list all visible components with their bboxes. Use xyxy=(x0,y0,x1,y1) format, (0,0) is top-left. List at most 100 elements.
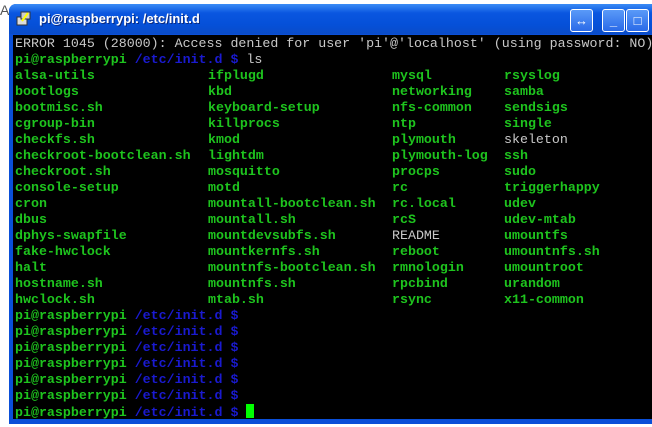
file-entry: rc xyxy=(392,180,408,195)
ls-row: dphys-swapfile mountdevsubfs.sh README umou… xyxy=(13,228,652,244)
cursor xyxy=(246,404,255,418)
file-entry: alsa-utils xyxy=(15,68,95,83)
file-entry: rc.local xyxy=(392,196,456,211)
prompt-path: /etc/init.d xyxy=(134,324,223,339)
file-entry: mountnfs.sh xyxy=(208,276,296,291)
ls-row: checkfs.sh kmod plymouth skeleton xyxy=(13,132,652,148)
ls-row: halt mountnfs-bootclean.sh rmnologin umount… xyxy=(13,260,652,276)
command: ls xyxy=(246,52,263,67)
file-entry: single xyxy=(504,116,552,131)
maximize-button[interactable]: □ xyxy=(626,9,649,32)
file-entry: x11-common xyxy=(504,292,584,307)
prompt-path: /etc/init.d xyxy=(134,356,223,371)
prompt-line: pi@raspberrypi /etc/init.d $ xyxy=(13,356,652,372)
file-entry: console-setup xyxy=(15,180,119,195)
file-entry: rsync xyxy=(392,292,432,307)
terminal-output[interactable]: ERROR 1045 (28000): Access denied for us… xyxy=(13,35,652,420)
file-entry: mountall-bootclean.sh xyxy=(208,196,376,211)
file-entry: mysql xyxy=(392,68,432,83)
file-entry: checkroot-bootclean.sh xyxy=(15,148,191,163)
file-entry: sudo xyxy=(504,164,536,179)
prompt-line: pi@raspberrypi /etc/init.d $ xyxy=(13,372,652,388)
file-entry: README xyxy=(392,228,440,243)
file-entry: ifplugd xyxy=(208,68,264,83)
prompt-symbol: $ xyxy=(230,340,239,355)
file-entry: mountall.sh xyxy=(208,212,296,227)
prompt-path: /etc/init.d xyxy=(134,405,223,420)
file-entry: mountnfs-bootclean.sh xyxy=(208,260,376,275)
file-entry: mountdevsubfs.sh xyxy=(208,228,336,243)
file-entry: halt xyxy=(15,260,47,275)
file-entry: kbd xyxy=(208,84,232,99)
prompt-line: pi@raspberrypi /etc/init.d $ xyxy=(13,388,652,404)
file-entry: mosquitto xyxy=(208,164,280,179)
file-entry: umountfs xyxy=(504,228,568,243)
prompt-line: pi@raspberrypi /etc/init.d $ xyxy=(13,308,652,324)
file-entry: keyboard-setup xyxy=(208,100,320,115)
file-entry: rpcbind xyxy=(392,276,448,291)
prompt-path: /etc/init.d xyxy=(134,52,223,67)
file-entry: skeleton xyxy=(504,132,568,147)
ls-row: hostname.sh mountnfs.sh rpcbind urandom xyxy=(13,276,652,292)
prompt-line: pi@raspberrypi /etc/init.d $ xyxy=(13,340,652,356)
prompt-symbol: $ xyxy=(230,356,239,371)
file-entry: plymouth xyxy=(392,132,456,147)
ls-row: checkroot.sh mosquitto procps sudo xyxy=(13,164,652,180)
file-entry: hwclock.sh xyxy=(15,292,95,307)
minimize-button[interactable]: _ xyxy=(602,9,625,32)
file-entry: umountroot xyxy=(504,260,584,275)
prompt-line: pi@raspberrypi /etc/init.d $ xyxy=(13,324,652,340)
prompt-symbol: $ xyxy=(230,372,239,387)
file-entry: ntp xyxy=(392,116,416,131)
prompt-user: pi@raspberrypi xyxy=(15,356,127,371)
ls-row: console-setup motd rc triggerhappy xyxy=(13,180,652,196)
file-entry: bootlogs xyxy=(15,84,79,99)
window-title: pi@raspberrypi: /etc/init.d xyxy=(39,11,200,26)
file-entry: nfs-common xyxy=(392,100,472,115)
prompt-user: pi@raspberrypi xyxy=(15,388,127,403)
file-entry: plymouth-log xyxy=(392,148,488,163)
error-line: ERROR 1045 (28000): Access denied for us… xyxy=(15,36,652,51)
file-entry: samba xyxy=(504,84,544,99)
ls-row: hwclock.sh mtab.sh rsync x11-common xyxy=(13,292,652,308)
file-entry: dbus xyxy=(15,212,47,227)
ls-row: cron mountall-bootclean.sh rc.local udev xyxy=(13,196,652,212)
prompt-line: pi@raspberrypi /etc/init.d $ ls xyxy=(13,52,652,68)
prompt-line: pi@raspberrypi /etc/init.d $ xyxy=(13,404,652,420)
prompt-path: /etc/init.d xyxy=(134,388,223,403)
file-entry: lightdm xyxy=(208,148,264,163)
prompt-symbol: $ xyxy=(230,388,239,403)
file-entry: sendsigs xyxy=(504,100,568,115)
ls-row: bootlogs kbd networking samba xyxy=(13,84,652,100)
file-entry: mountkernfs.sh xyxy=(208,244,320,259)
ls-row: bootmisc.sh keyboard-setup nfs-common sends… xyxy=(13,100,652,116)
file-entry: networking xyxy=(392,84,472,99)
prompt-user: pi@raspberrypi xyxy=(15,405,127,420)
file-entry: bootmisc.sh xyxy=(15,100,103,115)
ls-row: fake-hwclock mountkernfs.sh reboot umountnf… xyxy=(13,244,652,260)
prompt-symbol: $ xyxy=(230,308,239,323)
file-entry: rmnologin xyxy=(392,260,464,275)
prompt-path: /etc/init.d xyxy=(134,308,223,323)
prompt-symbol: $ xyxy=(230,324,239,339)
prompt-user: pi@raspberrypi xyxy=(15,372,127,387)
file-entry: urandom xyxy=(504,276,560,291)
prompt-user: pi@raspberrypi xyxy=(15,52,127,67)
file-entry: fake-hwclock xyxy=(15,244,111,259)
file-entry: killprocs xyxy=(208,116,280,131)
file-entry: ssh xyxy=(504,148,528,163)
file-entry: checkroot.sh xyxy=(15,164,111,179)
file-entry: checkfs.sh xyxy=(15,132,95,147)
ls-row: dbus mountall.sh rcS udev-mtab xyxy=(13,212,652,228)
file-entry: cgroup-bin xyxy=(15,116,95,131)
prompt-path: /etc/init.d xyxy=(134,340,223,355)
ls-row: checkroot-bootclean.sh lightdm plymouth-lo… xyxy=(13,148,652,164)
title-bar[interactable]: pi@raspberrypi: /etc/init.d ↔ _ □ xyxy=(9,4,652,34)
file-entry: rsyslog xyxy=(504,68,560,83)
prompt-path: /etc/init.d xyxy=(134,372,223,387)
background-text: A xyxy=(0,2,10,18)
putty-window: pi@raspberrypi: /etc/init.d ↔ _ □ ERROR … xyxy=(9,4,652,424)
file-entry: mtab.sh xyxy=(208,292,264,307)
resize-button[interactable]: ↔ xyxy=(570,9,593,32)
ls-row: cgroup-bin killprocs ntp single xyxy=(13,116,652,132)
